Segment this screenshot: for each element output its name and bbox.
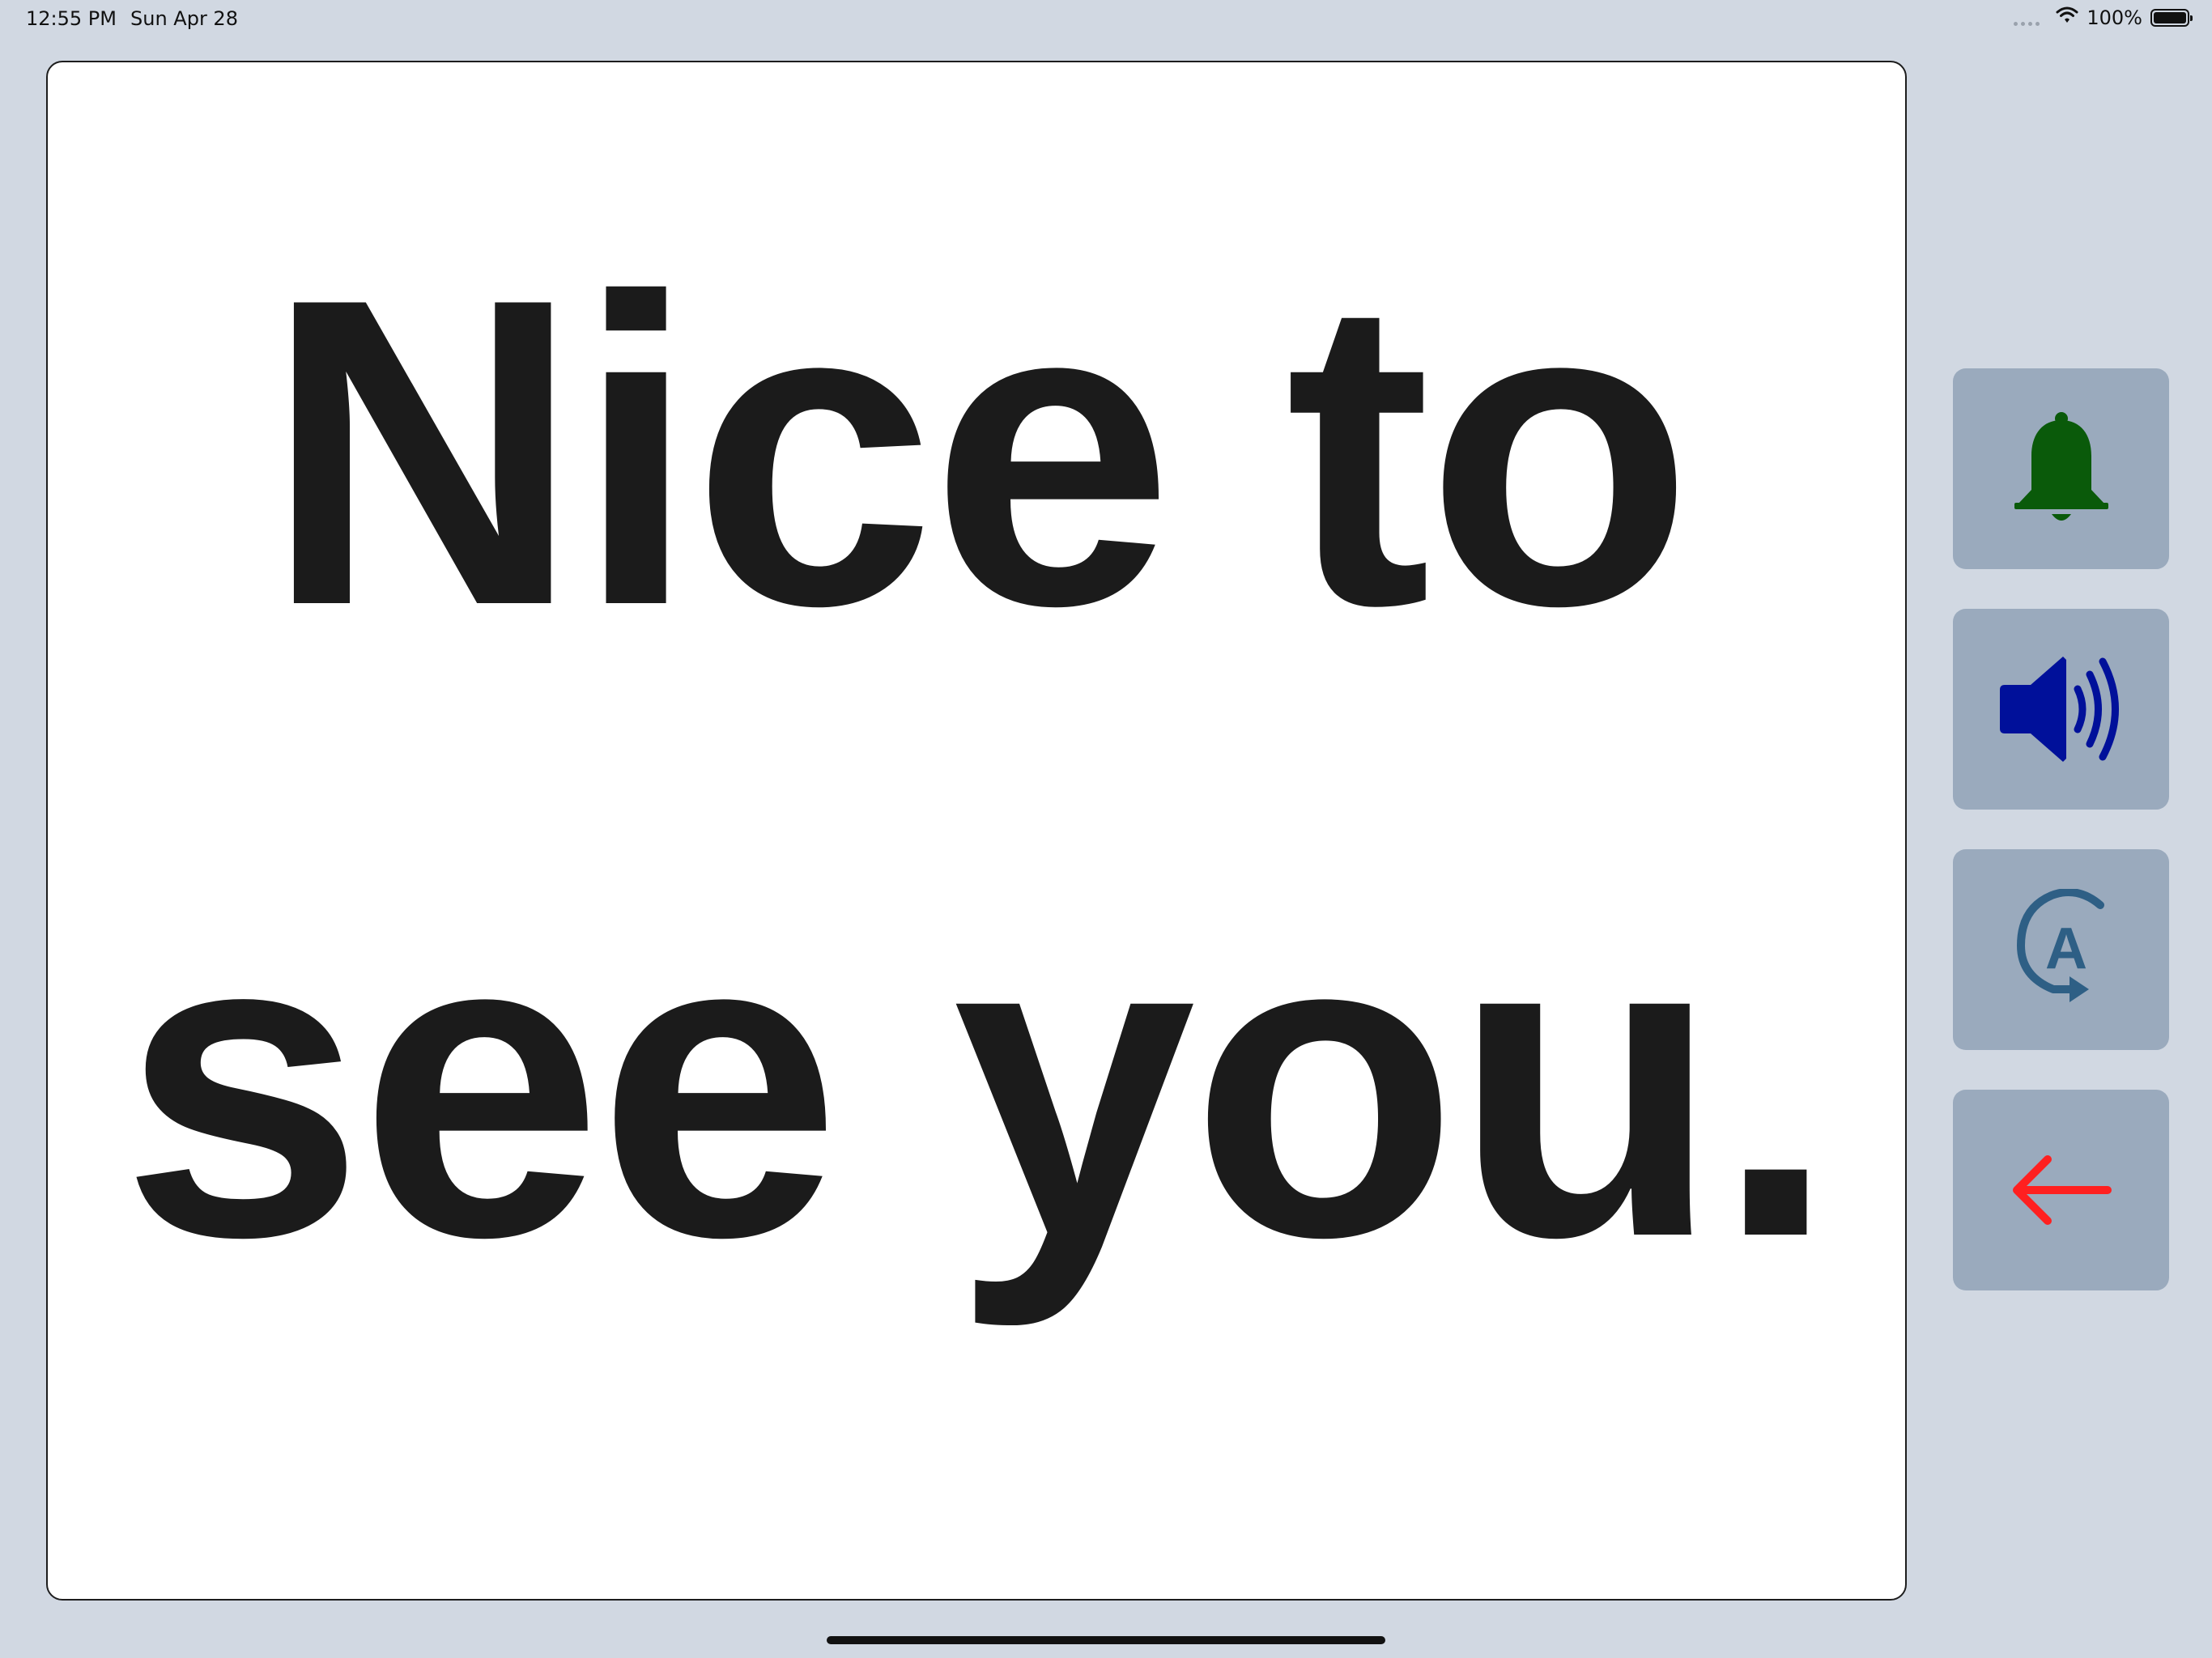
svg-text:A: A <box>2045 916 2087 981</box>
back-button[interactable] <box>1953 1090 2169 1290</box>
status-indicators: 100% <box>2014 6 2193 29</box>
speaker-wave-icon <box>1997 657 2126 762</box>
battery-icon <box>2150 9 2193 27</box>
status-time: 12:55 PM <box>26 7 117 30</box>
signal-dots-icon <box>2014 21 2040 26</box>
rephrase-button[interactable]: A <box>1953 849 2169 1050</box>
rotate-text-icon: A <box>2013 889 2110 1010</box>
home-indicator[interactable] <box>827 1636 1385 1644</box>
message-card: Nice to see you. <box>46 61 1907 1601</box>
arrow-left-icon <box>2009 1150 2114 1231</box>
battery-percent: 100% <box>2087 6 2142 29</box>
wifi-icon <box>2056 6 2078 29</box>
alert-button[interactable] <box>1953 368 2169 569</box>
message-text: Nice to see you. <box>121 208 1836 1328</box>
status-date: Sun Apr 28 <box>130 7 238 30</box>
bell-icon <box>2010 410 2113 527</box>
status-bar: 12:55 PM Sun Apr 28 100% <box>0 0 2212 39</box>
speak-button[interactable] <box>1953 609 2169 810</box>
